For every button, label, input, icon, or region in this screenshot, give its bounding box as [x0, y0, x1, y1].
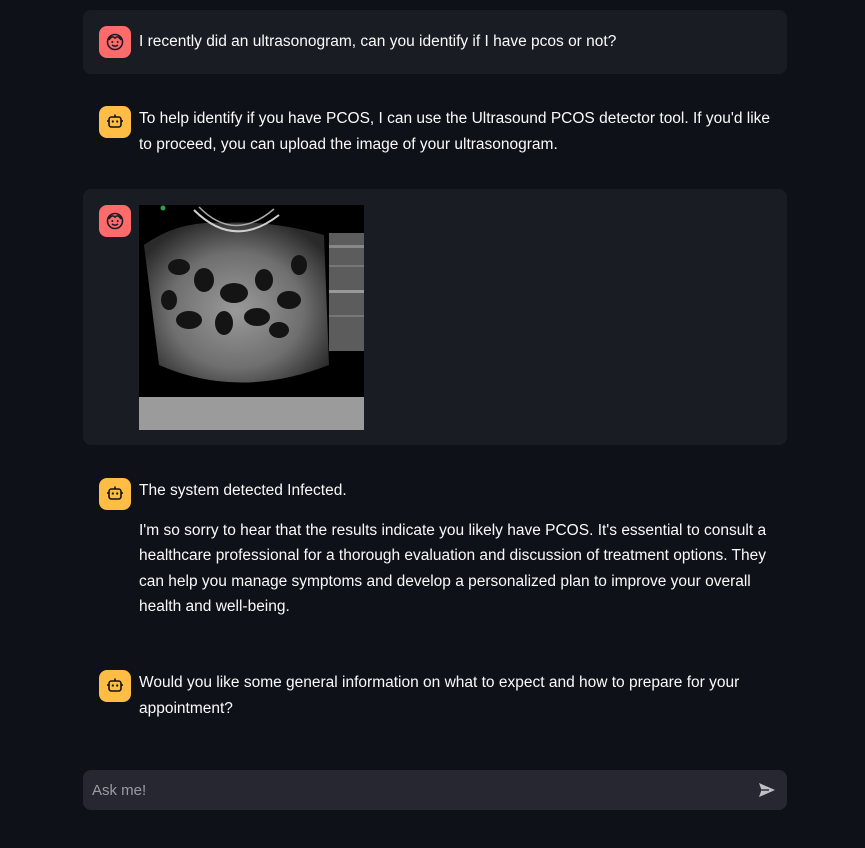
- assistant-avatar: [99, 670, 131, 702]
- chat-input-bar: [83, 770, 787, 810]
- chat-message-assistant: Would you like some general information …: [83, 656, 787, 736]
- message-text: Would you like some general information …: [139, 674, 740, 717]
- message-text: To help identify if you have PCOS, I can…: [139, 110, 771, 153]
- chat-input[interactable]: [83, 770, 733, 810]
- robot-face-icon: [107, 678, 123, 692]
- chat-message-assistant: The system detected Infected. I'm so sor…: [83, 464, 787, 644]
- assistant-avatar: [99, 478, 131, 510]
- user-avatar: [99, 26, 131, 58]
- chat-message-user: I recently did an ultrasonogram, can you…: [83, 10, 787, 74]
- send-arrow-icon[interactable]: [757, 780, 777, 800]
- chat-message-assistant: To help identify if you have PCOS, I can…: [83, 92, 787, 172]
- robot-face-icon: [107, 486, 123, 500]
- user-avatar: [99, 205, 131, 237]
- message-text: I recently did an ultrasonogram, can you…: [139, 33, 617, 50]
- chat-message-user: [83, 189, 787, 445]
- message-text: The system detected Infected.: [139, 482, 347, 499]
- smiling-face-icon: [106, 33, 124, 51]
- smiling-face-icon: [106, 212, 124, 230]
- assistant-avatar: [99, 106, 131, 138]
- message-text: I'm so sorry to hear that the results in…: [139, 521, 767, 616]
- robot-face-icon: [107, 114, 123, 128]
- ultrasound-image: [139, 205, 364, 430]
